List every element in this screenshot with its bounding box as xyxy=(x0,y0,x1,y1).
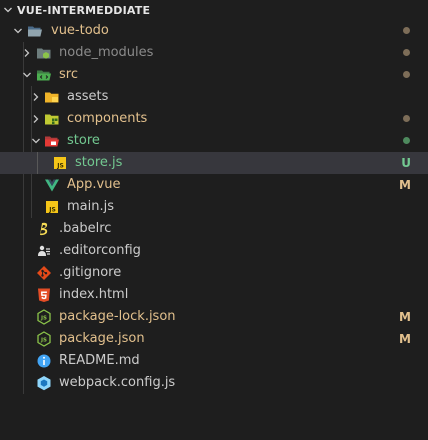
git-status-badge: M xyxy=(399,178,411,192)
js-file-icon: JS xyxy=(44,199,60,215)
tree-item-label: store xyxy=(67,133,100,148)
nodejs-icon: JS xyxy=(36,309,52,325)
tree-item-readme-md[interactable]: README.md xyxy=(0,350,428,372)
tree-item-main-js[interactable]: JS main.js xyxy=(0,196,428,218)
explorer-section-header[interactable]: VUE-INTERMEDDIATE xyxy=(0,0,428,20)
chevron-down-icon xyxy=(4,7,12,13)
tree-item-label: webpack.config.js xyxy=(59,375,176,390)
tree-item-editorconfig[interactable]: .editorconfig xyxy=(0,240,428,262)
modified-dot xyxy=(403,49,410,56)
untracked-dot xyxy=(403,137,410,144)
chevron-down-icon xyxy=(32,138,40,144)
vue-file-icon xyxy=(44,177,60,193)
svg-text:JS: JS xyxy=(56,163,64,170)
js-file-icon: JS xyxy=(52,155,68,171)
tree-item-store-js[interactable]: JS store.js U xyxy=(0,152,428,174)
tree-item-label: App.vue xyxy=(67,177,121,192)
tree-item-label: package-lock.json xyxy=(59,309,176,324)
modified-dot xyxy=(403,71,410,78)
tree-item-store[interactable]: store xyxy=(0,130,428,152)
tree-item-label: vue-todo xyxy=(51,23,109,38)
tree-item-label: store.js xyxy=(75,155,123,170)
tree-item-label: README.md xyxy=(59,353,140,368)
chevron-right-icon xyxy=(33,93,39,101)
tree-item-label: .editorconfig xyxy=(59,243,141,258)
svg-text:JS: JS xyxy=(48,207,56,214)
components-folder-icon xyxy=(44,111,60,127)
tree-item-app-vue[interactable]: App.vue M xyxy=(0,174,428,196)
src-folder-icon xyxy=(36,67,52,83)
file-explorer: VUE-INTERMEDDIATE vue-todo node_modules xyxy=(0,0,428,440)
chevron-right-icon xyxy=(33,115,39,123)
html5-icon xyxy=(36,287,52,303)
chevron-down-icon xyxy=(14,28,22,34)
explorer-title: VUE-INTERMEDDIATE xyxy=(17,3,151,17)
tree-item-vue-todo[interactable]: vue-todo xyxy=(0,20,428,42)
assets-folder-icon xyxy=(44,89,60,105)
tree-item-assets[interactable]: assets xyxy=(0,86,428,108)
tree-item-gitignore[interactable]: .gitignore xyxy=(0,262,428,284)
modified-dot xyxy=(403,115,410,122)
tree-item-label: .gitignore xyxy=(59,265,122,280)
store-folder-icon xyxy=(44,133,60,149)
tree-item-babelrc[interactable]: .babelrc xyxy=(0,218,428,240)
tree-item-label: components xyxy=(67,111,148,126)
nodejs-icon: JS xyxy=(36,331,52,347)
tree-item-label: main.js xyxy=(67,199,114,214)
chevron-right-icon xyxy=(24,49,30,57)
webpack-icon xyxy=(36,375,52,391)
svg-text:JS: JS xyxy=(40,316,47,322)
tree-item-index-html[interactable]: index.html xyxy=(0,284,428,306)
tree-item-label: node_modules xyxy=(59,45,154,60)
tree-item-label: src xyxy=(59,67,78,82)
chevron-down-icon xyxy=(23,72,31,78)
editorconfig-icon xyxy=(36,243,52,259)
tree-item-package-json[interactable]: JS package.json M xyxy=(0,328,428,350)
git-icon xyxy=(36,265,52,281)
tree-item-src[interactable]: src xyxy=(0,64,428,86)
tree-item-label: index.html xyxy=(59,287,129,302)
tree-item-label: assets xyxy=(67,89,109,104)
tree-item-label: .babelrc xyxy=(59,221,112,236)
git-status-badge: M xyxy=(399,332,411,346)
info-icon xyxy=(36,353,52,369)
babel-icon xyxy=(36,221,52,237)
svg-text:JS: JS xyxy=(40,338,47,344)
folder-open-icon xyxy=(27,23,43,39)
tree-item-webpack-config-js[interactable]: webpack.config.js xyxy=(0,372,428,394)
tree-item-package-lock-json[interactable]: JS package-lock.json M xyxy=(0,306,428,328)
node-folder-icon xyxy=(36,45,52,61)
tree-item-node-modules[interactable]: node_modules xyxy=(0,42,428,64)
git-status-badge: M xyxy=(399,310,411,324)
git-status-badge: U xyxy=(401,156,411,170)
modified-dot xyxy=(403,27,410,34)
tree-item-label: package.json xyxy=(59,331,145,346)
tree-item-components[interactable]: components xyxy=(0,108,428,130)
